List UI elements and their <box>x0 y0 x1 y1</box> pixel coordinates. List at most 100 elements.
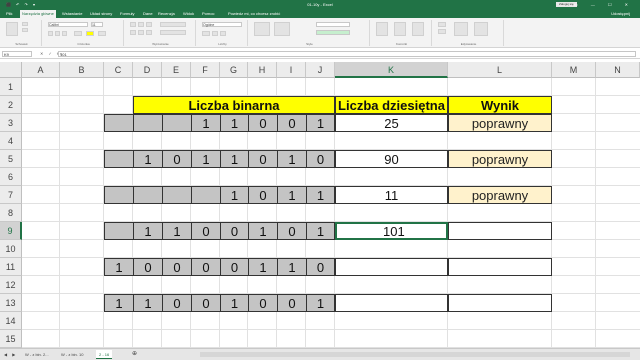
sheet-nav-arrows[interactable]: ◀ ▶ <box>4 349 17 360</box>
row-header-2[interactable]: 2 <box>0 96 22 114</box>
bit-cell[interactable]: 1 <box>220 150 248 168</box>
select-all-corner[interactable] <box>0 62 22 78</box>
bit-cell[interactable]: 0 <box>162 150 191 168</box>
decimal-cell[interactable]: 25 <box>335 114 448 132</box>
decimal-cell[interactable] <box>335 294 448 312</box>
bit-cell[interactable]: 0 <box>248 186 277 204</box>
align-right-icon[interactable] <box>146 30 152 35</box>
sort-filter-button[interactable] <box>454 22 468 36</box>
bit-cell[interactable]: 1 <box>133 222 162 240</box>
bit-cell[interactable]: 1 <box>162 222 191 240</box>
row-header-1[interactable]: 1 <box>0 78 22 96</box>
tab-insert[interactable]: Wstawianie <box>62 9 82 18</box>
horizontal-scrollbar[interactable] <box>200 352 630 357</box>
comma-icon[interactable] <box>220 31 226 36</box>
tab-file[interactable]: Plik <box>6 9 12 18</box>
bit-cell[interactable]: 1 <box>248 222 277 240</box>
number-format-select[interactable]: Ogólne <box>202 22 242 27</box>
tab-formulas[interactable]: Formuły <box>120 9 134 18</box>
result-cell[interactable] <box>448 258 552 276</box>
underline-icon[interactable] <box>62 31 67 36</box>
align-left-icon[interactable] <box>130 30 136 35</box>
row-header-7[interactable]: 7 <box>0 186 22 204</box>
row-header-6[interactable]: 6 <box>0 168 22 186</box>
tab-home[interactable]: Narzędzia główne <box>20 10 56 18</box>
bit-cell[interactable]: 0 <box>306 150 335 168</box>
bit-cell[interactable]: 0 <box>306 258 335 276</box>
bit-cell[interactable]: 0 <box>191 258 220 276</box>
bit-cell[interactable] <box>104 186 133 204</box>
row-header-8[interactable]: 8 <box>0 204 22 222</box>
align-middle-icon[interactable] <box>138 22 144 27</box>
result-cell[interactable]: poprawny <box>448 186 552 204</box>
bit-cell[interactable]: 1 <box>191 114 220 132</box>
wrap-text-button[interactable] <box>160 22 186 27</box>
bit-cell[interactable]: 1 <box>191 150 220 168</box>
bit-cell[interactable] <box>104 150 133 168</box>
tab-view[interactable]: Widok <box>183 9 194 18</box>
result-cell[interactable]: poprawny <box>448 150 552 168</box>
bold-icon[interactable] <box>48 31 53 36</box>
bit-cell[interactable]: 1 <box>277 186 306 204</box>
decimal-cell[interactable] <box>335 258 448 276</box>
style-good[interactable] <box>316 30 350 35</box>
result-cell[interactable]: poprawny <box>448 114 552 132</box>
bit-cell[interactable]: 1 <box>104 294 133 312</box>
bit-cell[interactable]: 1 <box>133 294 162 312</box>
bit-cell[interactable]: 0 <box>277 294 306 312</box>
bit-cell[interactable]: 1 <box>104 258 133 276</box>
column-header-i[interactable]: I <box>277 62 306 78</box>
sheet-tab[interactable]: W - z bin. 10 <box>58 350 86 359</box>
column-header-l[interactable]: L <box>448 62 552 78</box>
bit-cell[interactable]: 1 <box>220 186 248 204</box>
row-header-10[interactable]: 10 <box>0 240 22 258</box>
find-select-button[interactable] <box>474 22 488 36</box>
percent-icon[interactable] <box>212 31 218 36</box>
column-header-g[interactable]: G <box>220 62 248 78</box>
bit-cell[interactable]: 0 <box>162 258 191 276</box>
row-header-5[interactable]: 5 <box>0 150 22 168</box>
tab-review[interactable]: Recenzja <box>158 9 175 18</box>
bit-cell[interactable]: 1 <box>277 150 306 168</box>
delete-cells-button[interactable] <box>394 22 406 36</box>
bit-cell[interactable]: 1 <box>248 258 277 276</box>
cut-icon[interactable] <box>22 22 28 26</box>
sheet-tab[interactable]: W - z bin. 2... <box>22 350 52 359</box>
align-top-icon[interactable] <box>130 22 136 27</box>
bit-cell[interactable]: 1 <box>306 114 335 132</box>
row-header-11[interactable]: 11 <box>0 258 22 276</box>
bit-cell[interactable]: 1 <box>220 294 248 312</box>
row-header-4[interactable]: 4 <box>0 132 22 150</box>
format-as-table-button[interactable] <box>274 22 290 36</box>
bit-cell[interactable]: 0 <box>277 222 306 240</box>
row-header-15[interactable]: 15 <box>0 330 22 348</box>
column-header-m[interactable]: M <box>552 62 596 78</box>
bit-cell[interactable]: 1 <box>277 258 306 276</box>
currency-icon[interactable] <box>202 31 210 36</box>
align-center-icon[interactable] <box>138 30 144 35</box>
bit-cell[interactable]: 1 <box>306 294 335 312</box>
column-header-a[interactable]: A <box>22 62 60 78</box>
paste-icon[interactable] <box>6 22 18 36</box>
bit-cell[interactable] <box>104 222 133 240</box>
conditional-formatting-button[interactable] <box>254 22 270 36</box>
bit-cell[interactable] <box>162 114 191 132</box>
decimal-cell[interactable]: 101 <box>335 222 448 240</box>
fill-color-icon[interactable] <box>86 31 94 36</box>
style-normal[interactable] <box>316 22 350 27</box>
row-header-14[interactable]: 14 <box>0 312 22 330</box>
bit-cell[interactable]: 0 <box>133 258 162 276</box>
result-cell[interactable] <box>448 222 552 240</box>
window-controls[interactable]: ▭ — ☐ ✕ <box>574 0 634 9</box>
row-header-12[interactable]: 12 <box>0 276 22 294</box>
bit-cell[interactable] <box>133 186 162 204</box>
insert-cells-button[interactable] <box>376 22 388 36</box>
bit-cell[interactable]: 0 <box>248 114 277 132</box>
tab-help[interactable]: Pomoc <box>202 9 214 18</box>
font-size-select[interactable]: 11 <box>91 22 103 27</box>
bit-cell[interactable]: 1 <box>306 222 335 240</box>
italic-icon[interactable] <box>55 31 60 36</box>
bit-cell[interactable] <box>191 186 220 204</box>
bit-cell[interactable]: 0 <box>191 294 220 312</box>
merge-center-button[interactable] <box>160 30 186 35</box>
